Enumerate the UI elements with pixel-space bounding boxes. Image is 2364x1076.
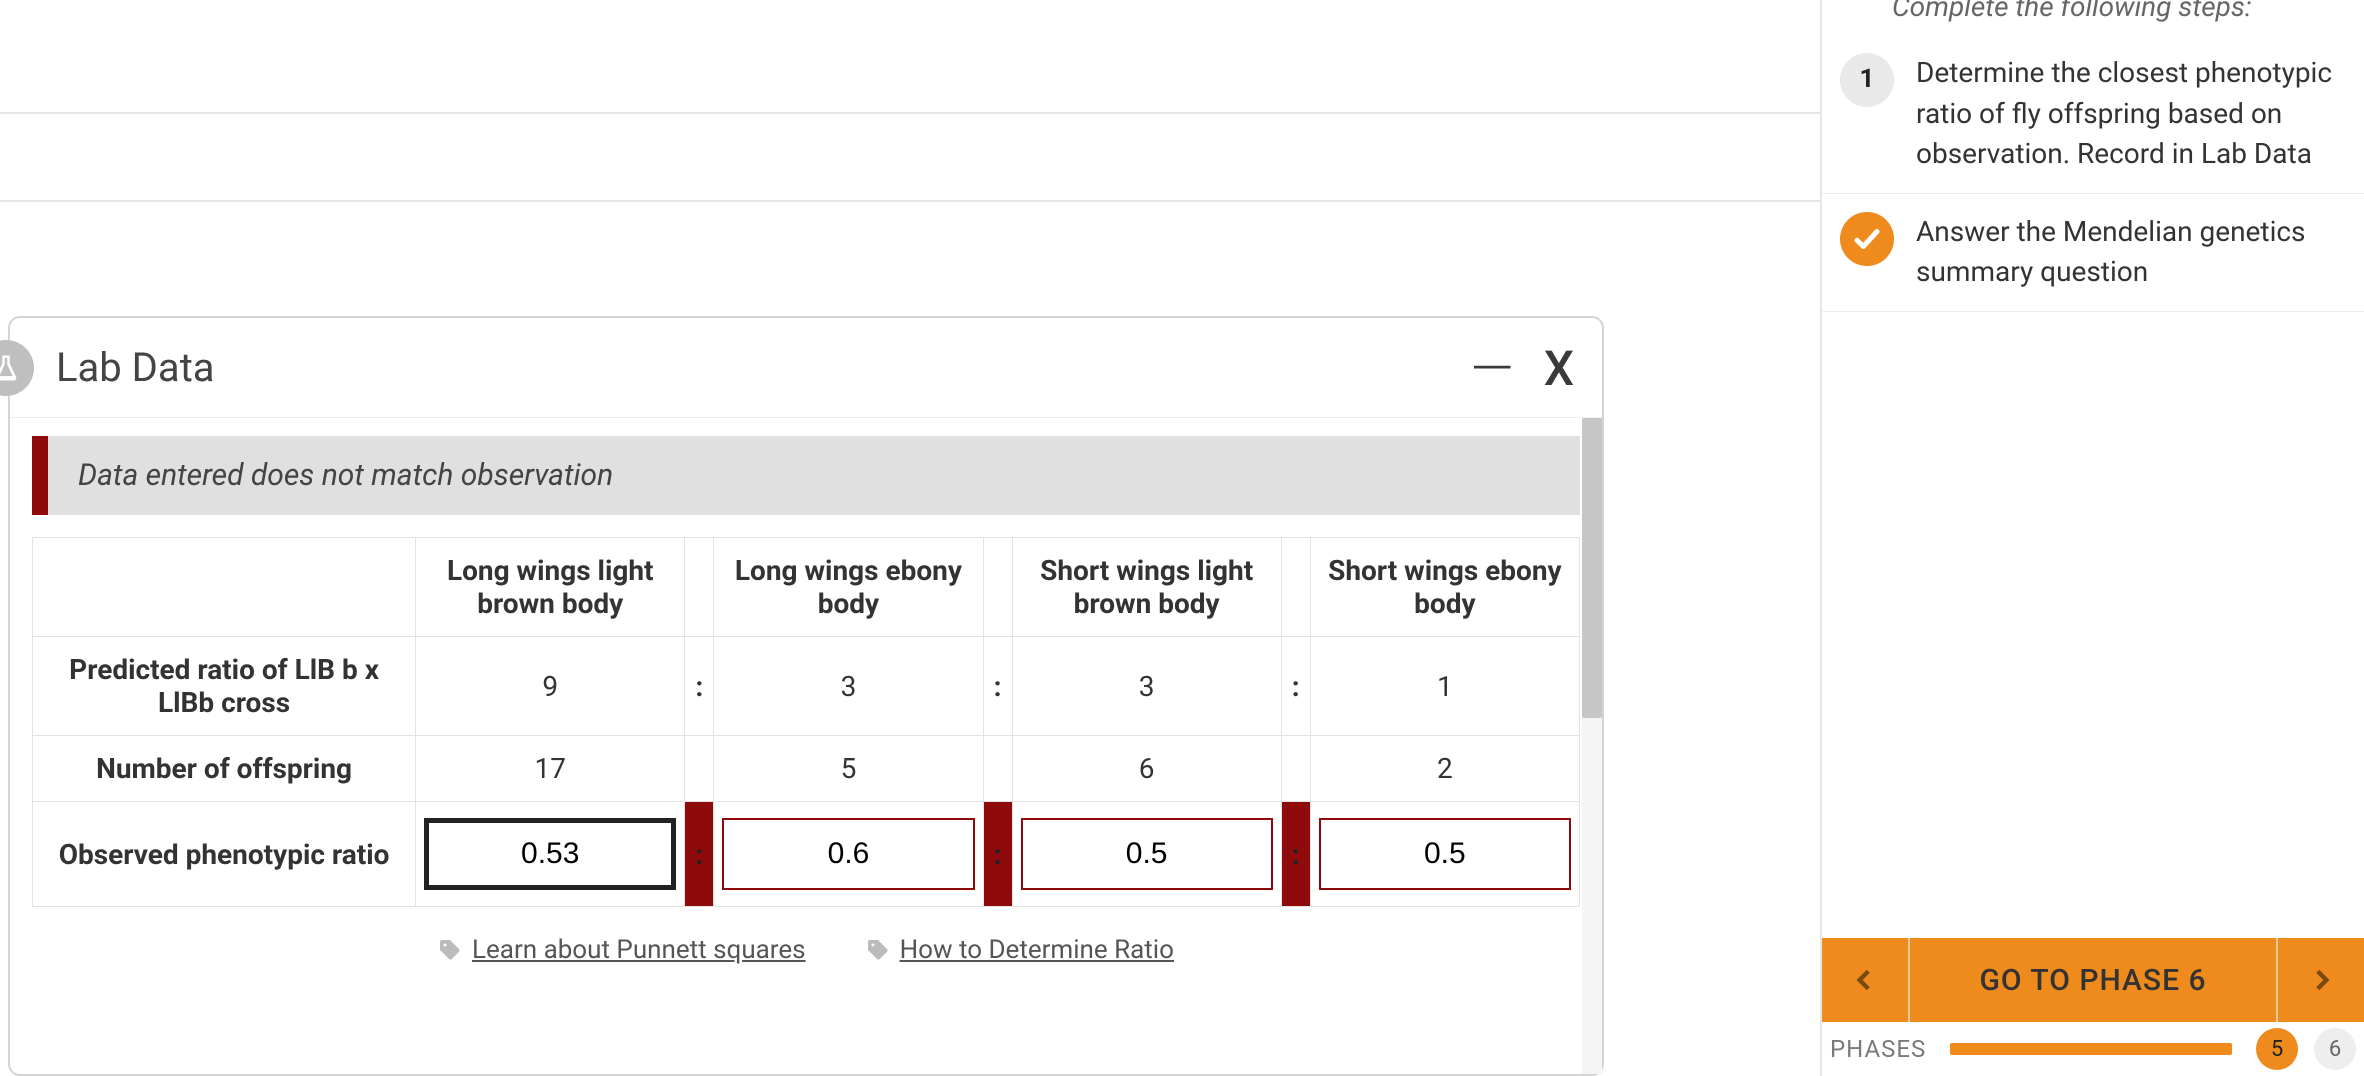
close-button[interactable]: X [1544, 340, 1574, 397]
divider [0, 112, 1820, 114]
scrollbar-thumb[interactable] [1582, 418, 1602, 718]
cell-value: 6 [1012, 736, 1281, 802]
cell-value: 3 [1012, 637, 1281, 736]
cell-value: 3 [714, 637, 983, 736]
col-header: Long wings light brown body [416, 538, 685, 637]
cell-blank [983, 736, 1012, 802]
ratio-colon: : [1281, 637, 1310, 736]
cell-value: 5 [714, 736, 983, 802]
header-blank [33, 538, 416, 637]
col-header: Short wings light brown body [1012, 538, 1281, 637]
lab-data-panel: Lab Data — X Data entered does not match… [8, 316, 1604, 1076]
observed-ratio-input-4[interactable] [1319, 818, 1571, 890]
phase-dot-6[interactable]: 6 [2314, 1028, 2356, 1070]
step-number-badge: 1 [1840, 53, 1894, 107]
ratio-colon: : [685, 802, 713, 906]
panel-title: Lab Data [56, 344, 215, 391]
cell-value: 2 [1310, 736, 1579, 802]
header-blank [1281, 538, 1310, 637]
cell-value: 17 [416, 736, 685, 802]
observed-ratio-input-2[interactable] [722, 818, 974, 890]
phase-prev-button[interactable] [1822, 938, 1910, 1022]
step-item-1[interactable]: 1 Determine the closest phenotypic ratio… [1822, 35, 2364, 194]
step-item-2[interactable]: Answer the Mendelian genetics summary qu… [1822, 194, 2364, 312]
step-text: Answer the Mendelian genetics summary qu… [1916, 212, 2336, 293]
row-offspring: Number of offspring 17 5 6 2 [33, 736, 1580, 802]
link-determine-ratio[interactable]: How to Determine Ratio [866, 935, 1174, 965]
cell-blank [685, 736, 714, 802]
row-label: Number of offspring [33, 736, 416, 802]
panel-header: Lab Data — X [10, 318, 1602, 418]
observed-ratio-input-1[interactable] [424, 818, 676, 890]
steps-heading: Complete the following steps: [1822, 0, 2364, 35]
ratio-colon: : [1282, 802, 1310, 906]
phase-progress-bar [1950, 1043, 2232, 1055]
step-text: Determine the closest phenotypic ratio o… [1916, 53, 2336, 175]
ratio-colon: : [984, 802, 1012, 906]
phase-progress: PHASES 5 6 [1822, 1022, 2364, 1076]
observed-ratio-input-3[interactable] [1021, 818, 1273, 890]
cell-blank [1281, 736, 1310, 802]
link-punnett-squares[interactable]: Learn about Punnett squares [438, 935, 806, 965]
phase-button-label: GO TO PHASE 6 [1979, 963, 2206, 998]
ratio-colon: : [983, 637, 1012, 736]
cell-value: 9 [416, 637, 685, 736]
col-header: Long wings ebony body [714, 538, 983, 637]
cell-value: 1 [1310, 637, 1579, 736]
row-label: Predicted ratio of LlB b x LlBb cross [33, 637, 416, 736]
help-links: Learn about Punnett squares How to Deter… [32, 935, 1580, 965]
ratio-colon: : [685, 637, 714, 736]
steps-sidebar: Complete the following steps: 1 Determin… [1820, 0, 2364, 1076]
divider [0, 200, 1820, 202]
flask-icon [0, 340, 34, 396]
check-icon [1840, 212, 1894, 266]
phases-label: PHASES [1830, 1035, 1926, 1063]
tag-icon [438, 938, 462, 962]
link-label: Learn about Punnett squares [472, 935, 806, 965]
phase-dot-5[interactable]: 5 [2256, 1028, 2298, 1070]
row-observed: Observed phenotypic ratio : : : [33, 802, 1580, 907]
header-blank [685, 538, 714, 637]
table-header-row: Long wings light brown body Long wings e… [33, 538, 1580, 637]
phase-next-button[interactable] [2276, 938, 2364, 1022]
link-label: How to Determine Ratio [900, 935, 1174, 965]
error-banner: Data entered does not match observation [32, 436, 1580, 515]
col-header: Short wings ebony body [1310, 538, 1579, 637]
lab-data-table: Long wings light brown body Long wings e… [32, 537, 1580, 907]
row-predicted: Predicted ratio of LlB b x LlBb cross 9 … [33, 637, 1580, 736]
header-blank [983, 538, 1012, 637]
row-label: Observed phenotypic ratio [33, 802, 416, 907]
go-to-phase-button[interactable]: GO TO PHASE 6 [1822, 938, 2364, 1022]
minimize-button[interactable]: — [1470, 357, 1513, 379]
tag-icon [866, 938, 890, 962]
panel-body: Data entered does not match observation … [10, 418, 1602, 1074]
